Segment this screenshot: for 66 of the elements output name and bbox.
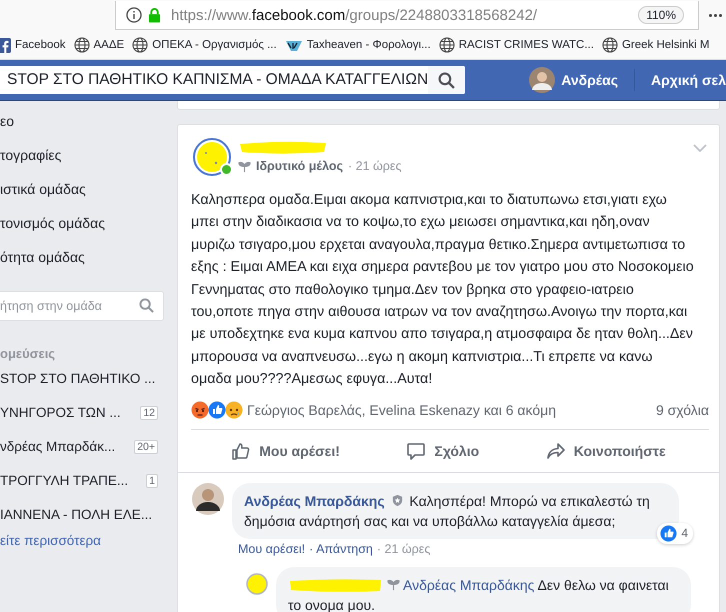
like-button[interactable]: Μου αρέσει! — [225, 436, 346, 465]
bookmark[interactable]: ΟΠΕΚΑ - Οργανισμός ... — [132, 37, 277, 53]
bookmark[interactable]: Taxheaven - Φορολογι... — [284, 38, 431, 52]
group-link[interactable]: ΙΑΝΝΕΝΑ - ΠΟΛΗ ΕΛΕ... — [0, 507, 152, 522]
see-more-link[interactable]: είτε περισσότερα — [0, 533, 170, 548]
globe-icon — [602, 37, 618, 53]
group-link[interactable]: STOP ΣΤΟ ΠΑΘΗΤΙΚΟ ... — [0, 371, 156, 386]
comment-text: Ανδρέας Μπαρδάκης Δεν θελω να φαινεται το ονομα μου. — [288, 576, 670, 612]
post-text: Καλησπερα ομαδα.Ειμαι ακομα καπνιστρια,και το διατυπωνω ετσι,γιατι εχω μπει στην διαδικασια να το κοψω,το εχω μειωσει σημαντικα,και ηδη,οναν μυριζω τσιγαρο,μου ερχεται αναγουλα,πραγμα θετικο.Σημερα αντιμετωπισα το εξης : Ειμαι ΑΜΕΑ και ειχα σημερα ραντεβου με τον γιατρο μου στο Νοσοκομειο Γεννηματας στο παθολογικο τμημα.Δεν τον βρηκα στο γραφειο-ιατρειο του,οποτε πηγα στην αιθουσα ιατρων να τον αναζητησω.Ανοιγω την πορτα,και με υποδεχτηκε ενα κυμα καπνου απο τσιγαρα,η ατμοσφαιρα δε ηταν θολη...Δεν μπορουσα να αναπνευσω...εγω η ακομη καπνιστρια...Τι επρεπε να κανω ομαδα μου????Αμεσως εφυγα...Αυτα! — [191, 191, 695, 390]
profile-link[interactable]: Ανδρέας — [561, 72, 618, 88]
globe-icon — [74, 37, 90, 53]
info-icon — [126, 7, 142, 23]
section-heading: ομεύσεις — [0, 346, 56, 361]
sidebar-item[interactable]: τονισμός ομάδας — [0, 213, 170, 247]
sprout-icon — [386, 578, 400, 591]
globe-icon — [438, 37, 455, 53]
comments-count[interactable]: 9 σχόλια — [656, 402, 709, 418]
sad-face-icon — [225, 400, 243, 419]
comment-action-link[interactable]: · Απάντηση — [309, 542, 373, 556]
count-badge: 12 — [140, 406, 158, 420]
thumbs-up-icon — [660, 524, 678, 542]
lock-icon — [148, 7, 161, 23]
home-link[interactable]: Αρχική σελ — [651, 72, 726, 88]
comment-author[interactable]: Ανδρέας Μπαρδάκης — [244, 492, 385, 509]
count-badge: 20+ — [134, 440, 158, 454]
like-count-badge[interactable]: 4 — [657, 522, 693, 544]
search-icon — [438, 72, 456, 88]
menu-icon[interactable] — [709, 14, 722, 17]
sidebar-item[interactable]: ότητα ομάδας — [0, 247, 170, 281]
group-link[interactable]: ΥΝΗΓΟΡΟΣ ΤΩΝ ... — [0, 405, 121, 420]
thumbs-up-icon — [231, 440, 252, 461]
sidebar-item[interactable]: τογραφίες — [0, 145, 170, 179]
search-field[interactable]: STOP ΣΤΟ ΠΑΘΗΤΙΚΟ ΚΑΠΝΙΣΜΑ - ΟΜΑΔΑ ΚΑΤΑΓΓΕΛΙΩΝ — [0, 66, 466, 94]
address-bar[interactable]: https://www.facebook.com/groups/2248803318568242/ 110% — [115, 1, 699, 30]
sidebar-item[interactable]: ιστικά ομάδας — [0, 179, 170, 213]
count-badge: 1 — [146, 474, 158, 488]
bookmark[interactable]: Greek Helsinki M — [602, 37, 710, 53]
sidebar-item[interactable]: εο — [0, 111, 170, 145]
comment-action-link[interactable]: Μου αρέσει! — [238, 542, 306, 556]
avatar[interactable] — [192, 137, 232, 177]
group-link[interactable]: νδρέας Μπαρδάκ... — [0, 439, 116, 454]
search-icon — [139, 298, 154, 313]
user-avatar[interactable] — [529, 67, 556, 93]
admin-badge-icon — [390, 494, 404, 507]
speech-bubble-icon — [406, 440, 426, 461]
mention-link[interactable]: Ανδρέας Μπαρδάκης — [403, 576, 534, 593]
member-role: Ιδρυτικό μέλος — [256, 159, 343, 173]
share-button[interactable]: Κοινοποιήστε — [540, 436, 672, 465]
globe-icon — [132, 37, 148, 53]
angry-face-icon — [191, 400, 209, 419]
url-text: https://www.facebook.com/groups/2248803318568242/ — [171, 6, 538, 24]
comment-button[interactable]: Σχόλιο — [400, 436, 486, 465]
zoom-level[interactable]: 110% — [638, 6, 684, 24]
thumbs-up-icon — [208, 400, 226, 419]
site-logo — [284, 38, 303, 52]
comment-text: Ανδρέας Μπαρδάκης Καλησπέρα! Μπορώ να επικαλεστώ τη δημόσια ανάρτησή σας και να υποβάλλω καταγγελία άμεσα; — [244, 492, 651, 531]
group-link[interactable]: ΤΡΟΓΓΥΛΗ ΤΡΑΠΕ... — [0, 473, 128, 488]
reactions-summary[interactable]: Γεώργιος Βαρελάς, Evelina Eskenazy και 6 ακόμη — [247, 402, 656, 418]
bookmark[interactable]: Facebook — [0, 38, 66, 52]
sprout-icon — [238, 160, 251, 172]
bookmark[interactable]: RACIST CRIMES WATC... — [438, 37, 594, 53]
group-search-field[interactable]: ήτηση στην ομάδα — [0, 291, 164, 321]
bookmark[interactable]: ΑΑΔΕ — [74, 37, 124, 53]
search-button[interactable] — [428, 66, 466, 94]
commenter-avatar[interactable] — [192, 482, 224, 515]
share-arrow-icon — [546, 440, 566, 461]
